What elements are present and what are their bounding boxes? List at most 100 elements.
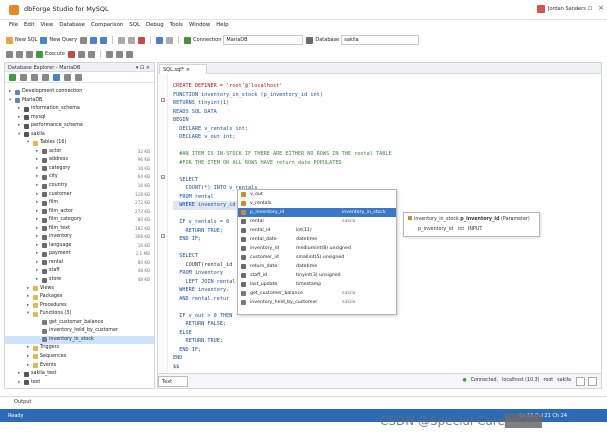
filter-icon[interactable] — [53, 73, 60, 81]
autocomplete-item[interactable]: staff_id tinyint(3) unsigned — [238, 271, 396, 280]
tree-item[interactable]: ▾ MariaDB — [5, 97, 154, 106]
expand-toggle-icon[interactable]: ▸ — [36, 200, 38, 205]
menu-item-window[interactable]: Window — [186, 22, 213, 32]
tree-item[interactable]: ▸ address 96 KB — [5, 156, 154, 165]
undo-icon[interactable] — [156, 36, 164, 44]
expand-toggle-icon[interactable]: ▸ — [18, 106, 20, 111]
fold-toggle-icon[interactable]: − — [161, 234, 165, 238]
expand-toggle-icon[interactable]: ▾ — [18, 132, 20, 137]
disconnect-icon[interactable] — [42, 73, 49, 81]
expand-toggle-icon[interactable]: ▸ — [27, 354, 29, 359]
expand-toggle-icon[interactable]: ▸ — [18, 371, 20, 376]
tree-item[interactable]: ▾ Tables (16) — [5, 139, 154, 148]
menu-item-file[interactable]: File — [6, 22, 21, 32]
tree-item[interactable]: get_customer_balance — [5, 319, 154, 328]
autocomplete-item[interactable]: p_inventory_id inventory_in_stock — [238, 208, 396, 217]
menu-item-debug[interactable]: Debug — [143, 22, 167, 32]
autocomplete-item[interactable]: last_update timestamp — [238, 280, 396, 289]
expand-toggle-icon[interactable]: ▸ — [27, 345, 29, 350]
tree-item[interactable]: ▸ country 16 KB — [5, 182, 154, 191]
expand-toggle-icon[interactable]: ▸ — [36, 251, 38, 256]
expand-toggle-icon[interactable]: ▾ — [27, 311, 29, 316]
copy-icon[interactable] — [128, 36, 136, 44]
menu-item-view[interactable]: View — [37, 22, 56, 32]
delete-icon[interactable] — [138, 36, 146, 44]
tab-sql-document[interactable]: SQL.sql* × — [159, 64, 207, 74]
tree-item[interactable]: ▸ customer 128 KB — [5, 191, 154, 200]
tree-item[interactable]: ▸ store 48 KB — [5, 276, 154, 285]
tree-item[interactable]: ▸ sakila_test — [5, 370, 154, 379]
tree-item[interactable]: ▸ inventory 368 KB — [5, 233, 154, 242]
grid-icon[interactable] — [106, 50, 113, 58]
tree-item[interactable]: ▸ information_schema — [5, 105, 154, 114]
stop-icon[interactable] — [68, 50, 75, 58]
text-view-tab[interactable]: Text — [158, 376, 188, 387]
expand-toggle-icon[interactable]: ▸ — [27, 294, 29, 299]
expand-toggle-icon[interactable]: ▸ — [9, 89, 11, 94]
expand-toggle-icon[interactable]: ▸ — [36, 149, 38, 154]
expand-toggle-icon[interactable]: ▸ — [36, 209, 38, 214]
expand-toggle-icon[interactable]: ▸ — [18, 380, 20, 385]
cut-icon[interactable] — [118, 36, 126, 44]
save-icon[interactable] — [90, 36, 98, 44]
uncomment-icon[interactable] — [26, 50, 33, 58]
tree-item[interactable]: ▸ Triggers — [5, 344, 154, 353]
expand-toggle-icon[interactable]: ▸ — [27, 286, 29, 291]
fold-toggle-icon[interactable]: − — [161, 175, 165, 179]
autocomplete-item[interactable]: rental_id int(11) — [238, 226, 396, 235]
tree-item[interactable]: ▸ performance_schema — [5, 122, 154, 131]
save-all-icon[interactable] — [100, 36, 108, 44]
tree-item[interactable]: inventory_in_stock — [5, 335, 154, 345]
tree-item[interactable]: ▸ actor 32 KB — [5, 148, 154, 157]
expand-toggle-icon[interactable]: ▸ — [36, 174, 38, 179]
sync-icon[interactable] — [75, 73, 82, 81]
expand-toggle-icon[interactable]: ▸ — [36, 226, 38, 231]
autocomplete-item[interactable]: return_date datetime — [238, 262, 396, 271]
tree-item[interactable]: ▾ sakila — [5, 131, 154, 140]
tree-item[interactable]: ▸ Procedures — [5, 302, 154, 311]
expand-toggle-icon[interactable]: ▸ — [36, 243, 38, 248]
tree-item[interactable]: ▸ film_category 80 KB — [5, 216, 154, 225]
tree-item[interactable]: ▸ film_text 182 KB — [5, 225, 154, 234]
menu-item-tools[interactable]: Tools — [167, 22, 186, 32]
layout-icon[interactable] — [116, 50, 123, 58]
menu-item-database[interactable]: Database — [56, 22, 88, 32]
open-icon[interactable] — [80, 36, 88, 44]
fold-toggle-icon[interactable]: − — [161, 98, 165, 102]
expand-toggle-icon[interactable]: ▸ — [36, 217, 38, 222]
connection-selector[interactable]: Connection MariaDB — [184, 35, 304, 45]
minimize-button[interactable]: – — [572, 4, 584, 15]
autocomplete-item[interactable]: get_customer_balance sakila — [238, 289, 396, 298]
tree-item[interactable]: ▸ Views — [5, 285, 154, 294]
close-tab-icon[interactable]: × — [186, 67, 190, 73]
pin-icon[interactable]: ▾ ⊡ × — [136, 65, 150, 71]
autocomplete-item[interactable]: inventory_id mediumint(8) unsigned — [238, 244, 396, 253]
expand-toggle-icon[interactable]: ▸ — [36, 234, 38, 239]
expand-toggle-icon[interactable]: ▸ — [36, 166, 38, 171]
tree-item[interactable]: ▸ staff 48 KB — [5, 267, 154, 276]
menu-item-comparison[interactable]: Comparison — [88, 22, 126, 32]
expand-toggle-icon[interactable]: ▾ — [9, 98, 11, 103]
expand-toggle-icon[interactable]: ▸ — [36, 268, 38, 273]
format-icon[interactable] — [6, 50, 13, 58]
expand-toggle-icon[interactable]: ▸ — [27, 303, 29, 308]
tree-item[interactable]: ▸ category 16 KB — [5, 165, 154, 174]
edit-connection-icon[interactable] — [31, 73, 38, 81]
collapse-icon[interactable] — [64, 73, 71, 81]
redo-icon[interactable] — [166, 36, 174, 44]
panel-toggle-icon[interactable] — [588, 377, 597, 386]
tree-item[interactable]: ▸ Sequences — [5, 353, 154, 362]
tree-item[interactable]: ▸ film_actor 272 KB — [5, 208, 154, 217]
expand-toggle-icon[interactable]: ▸ — [27, 363, 29, 368]
tree-item[interactable]: inventory_held_by_customer — [5, 327, 154, 336]
tree-item[interactable]: ▸ payment 2.1 MB — [5, 250, 154, 259]
debug-icon[interactable] — [78, 50, 85, 58]
new-connection-icon[interactable] — [20, 73, 27, 81]
autocomplete-item[interactable]: rental sakila — [238, 217, 396, 226]
comment-icon[interactable] — [16, 50, 23, 58]
execute-button[interactable]: Execute — [36, 50, 65, 58]
split-view-icon[interactable] — [576, 377, 585, 386]
refresh-icon[interactable] — [9, 73, 16, 81]
tree-item[interactable]: ▸ city 64 KB — [5, 173, 154, 182]
autocomplete-item[interactable]: rental_date datetime — [238, 235, 396, 244]
